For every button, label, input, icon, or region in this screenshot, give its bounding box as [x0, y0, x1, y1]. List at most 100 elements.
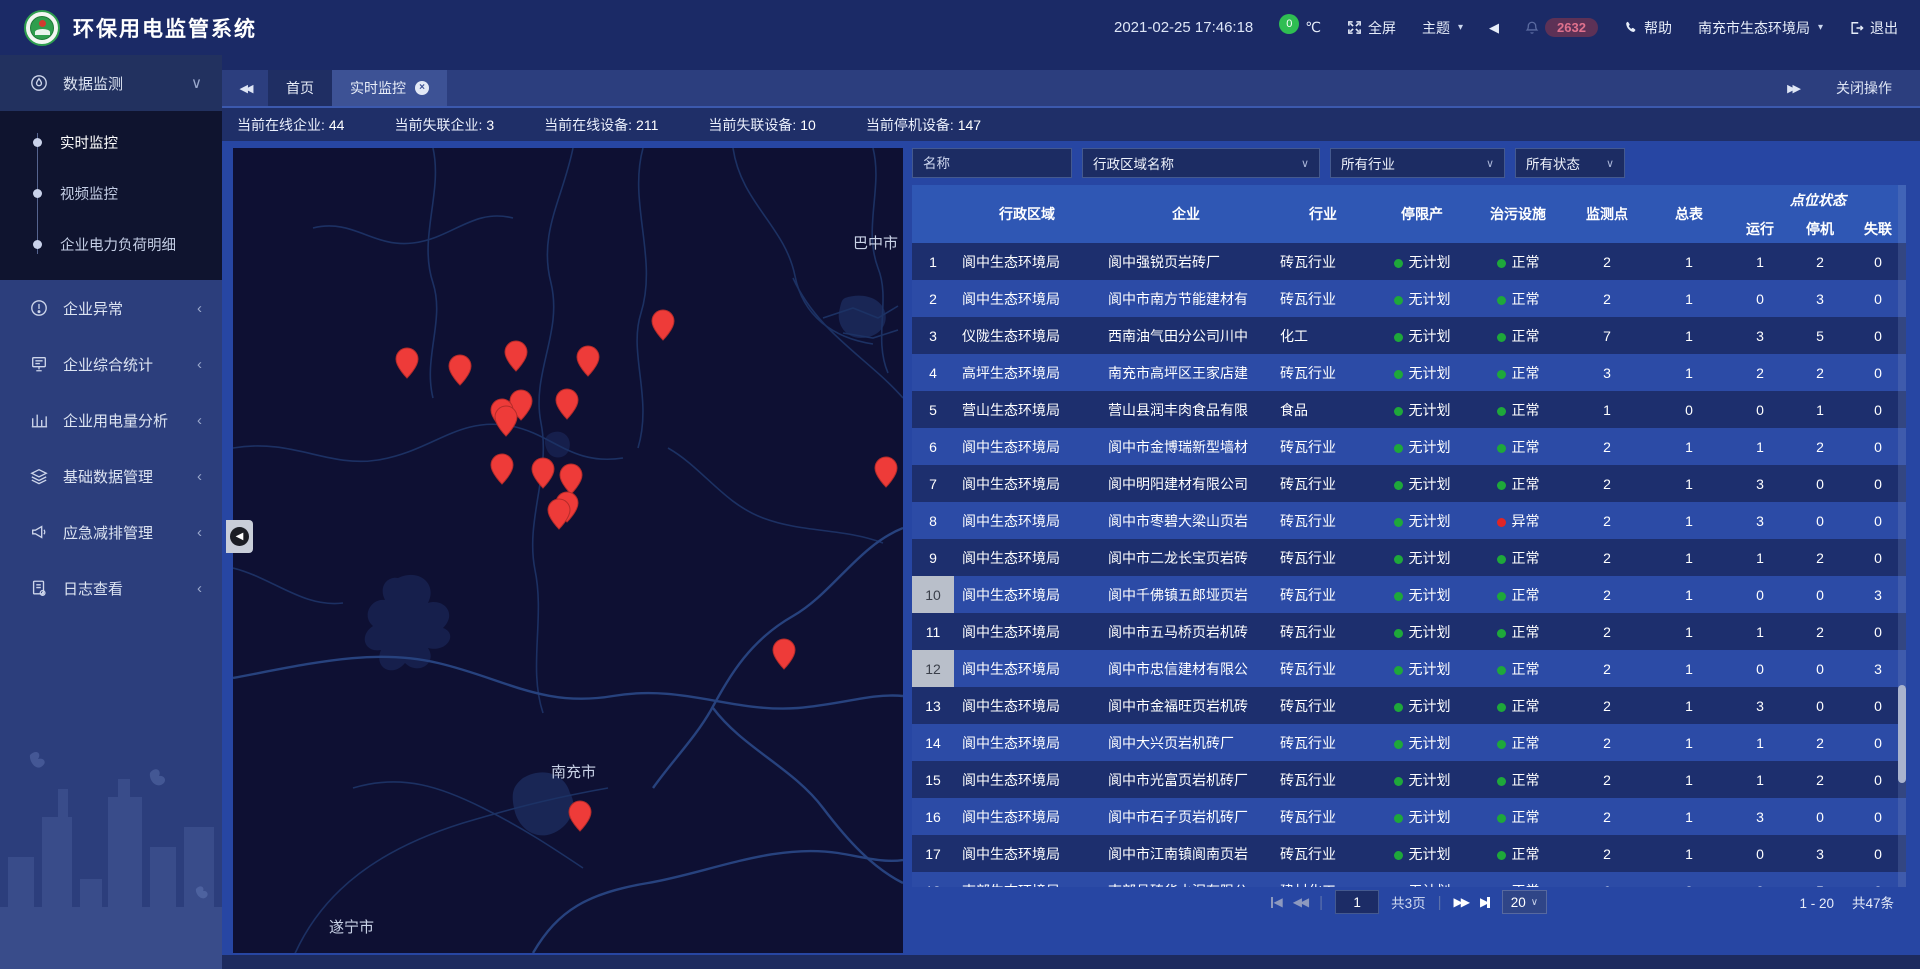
sidebar-item-label: 应急减排管理 — [63, 522, 153, 543]
page-number-input[interactable] — [1335, 890, 1379, 914]
table-cell: 0 — [1730, 280, 1790, 317]
table-cell: 正常 — [1470, 872, 1566, 887]
table-row[interactable]: 13阆中生态环境局阆中市金福旺页岩机砖砖瓦行业无计划正常21300 — [912, 687, 1906, 724]
sidebar-item-data-monitoring[interactable]: 数据监测∨ — [0, 55, 222, 111]
table-cell: 建材化工 — [1272, 872, 1374, 887]
last-page-button[interactable]: ▶ — [1480, 895, 1490, 909]
table-row[interactable]: 3仪陇生态环境局西南油气田分公司川中化工无计划正常71350 — [912, 317, 1906, 354]
page-size-select[interactable]: 20∨ — [1502, 890, 1547, 914]
sidebar-item-enterprise-abnormal[interactable]: 企业异常‹ — [0, 280, 222, 336]
table-row[interactable]: 18南部生态环境局南部县砖华水泥有限公建材化工无计划正常60050 — [912, 872, 1906, 887]
sidebar-item-enterprise-statistics[interactable]: 企业综合统计‹ — [0, 336, 222, 392]
table-cell: 无计划 — [1374, 724, 1470, 761]
table-cell: 化工 — [1272, 317, 1374, 354]
region-filter-select[interactable]: 行政区域名称∨ — [1082, 148, 1320, 178]
tabs-scroll-left-button[interactable]: ◀◀ — [222, 70, 268, 106]
notifications[interactable]: 2632 — [1525, 18, 1598, 37]
tab-inactive[interactable]: 首页 — [268, 70, 332, 106]
pagination-info: 1 - 20共47条 — [1799, 892, 1894, 912]
table-cell: 阆中生态环境局 — [954, 687, 1100, 724]
sidebar-item-base-data[interactable]: 基础数据管理‹ — [0, 448, 222, 504]
table-row[interactable]: 8阆中生态环境局阆中市枣碧大梁山页岩砖瓦行业无计划异常21300 — [912, 502, 1906, 539]
enterprise-table-wrap: 行政区域 企业 行业 停限产 治污设施 监测点 总表 点位状态 运行 — [912, 185, 1906, 887]
table-cell: 16 — [912, 798, 954, 835]
table-cell: 1 — [1648, 428, 1730, 465]
sidebar-item-label: 企业用电量分析 — [63, 410, 168, 431]
table-cell: 0 — [1790, 798, 1850, 835]
table-cell: 砖瓦行业 — [1272, 280, 1374, 317]
table-row[interactable]: 10阆中生态环境局阆中千佛镇五郎垭页岩砖瓦行业无计划正常21003 — [912, 576, 1906, 613]
chevron-collapsed-icon: ‹ — [197, 580, 202, 597]
table-cell: 西南油气田分公司川中 — [1100, 317, 1272, 354]
table-cell: 南部生态环境局 — [954, 872, 1100, 887]
caret-down-icon: ▾ — [1458, 22, 1463, 33]
table-cell: 阆中生态环境局 — [954, 465, 1100, 502]
sidebar-item-power-analysis[interactable]: 企业用电量分析‹ — [0, 392, 222, 448]
col-monitor: 监测点 — [1566, 185, 1648, 243]
col-region: 行政区域 — [954, 185, 1100, 243]
table-cell: 正常 — [1470, 650, 1566, 687]
close-operations-button[interactable]: 关闭操作 — [1836, 78, 1892, 98]
col-production: 停限产 — [1374, 185, 1470, 243]
table-cell: 2 — [1566, 650, 1648, 687]
sidebar-item-log-view[interactable]: 日志查看‹ — [0, 560, 222, 616]
table-cell: 2 — [1566, 835, 1648, 872]
map-panel: ◀ — [233, 148, 903, 953]
map-collapse-button[interactable]: ◀ — [226, 520, 253, 553]
tabbar-right: ▶▶ 关闭操作 — [1787, 70, 1920, 106]
table-row[interactable]: 15阆中生态环境局阆中市光富页岩机砖厂砖瓦行业无计划正常21120 — [912, 761, 1906, 798]
table-cell: 0 — [1730, 872, 1790, 887]
logout-button[interactable]: 退出 — [1849, 18, 1898, 38]
status-dot-green-icon — [1497, 592, 1506, 601]
table-row[interactable]: 6阆中生态环境局阆中市金博瑞新型墙材砖瓦行业无计划正常21120 — [912, 428, 1906, 465]
table-row[interactable]: 1阆中生态环境局阆中强锐页岩砖厂砖瓦行业无计划正常21120 — [912, 243, 1906, 280]
tabs-scroll-right-button[interactable]: ▶▶ — [1787, 82, 1798, 95]
tab-active[interactable]: 实时监控× — [332, 70, 447, 106]
stat-item: 当前停机设备:147 — [866, 115, 981, 135]
sidebar: 数据监测∨实时监控视频监控企业电力负荷明细企业异常‹企业综合统计‹企业用电量分析… — [0, 55, 222, 969]
sidebar-item-label: 企业综合统计 — [63, 354, 153, 375]
sidebar-subitem[interactable]: 企业电力负荷明细 — [0, 219, 222, 270]
org-dropdown[interactable]: 南充市生态环境局▾ — [1698, 18, 1823, 38]
name-filter-input[interactable] — [912, 148, 1072, 178]
table-row[interactable]: 17阆中生态环境局阆中市江南镇阆南页岩砖瓦行业无计划正常21030 — [912, 835, 1906, 872]
range-label: 1 - 20 — [1799, 896, 1834, 911]
table-cell: 无计划 — [1374, 317, 1470, 354]
sidebar-subitem[interactable]: 视频监控 — [0, 168, 222, 219]
table-row[interactable]: 2阆中生态环境局阆中市南方节能建材有砖瓦行业无计划正常21030 — [912, 280, 1906, 317]
table-scrollbar[interactable] — [1898, 185, 1906, 887]
table-cell: 阆中生态环境局 — [954, 428, 1100, 465]
table-row[interactable]: 5营山生态环境局营山县润丰肉食品有限食品无计划正常10010 — [912, 391, 1906, 428]
sidebar-submenu: 实时监控视频监控企业电力负荷明细 — [0, 111, 222, 280]
sidebar-subitem[interactable]: 实时监控 — [0, 117, 222, 168]
next-page-button[interactable]: ▶▶ — [1454, 895, 1468, 909]
table-row[interactable]: 7阆中生态环境局阆中明阳建材有限公司砖瓦行业无计划正常21300 — [912, 465, 1906, 502]
theme-dropdown[interactable]: 主题▾ — [1422, 18, 1463, 38]
table-row[interactable]: 14阆中生态环境局阆中大兴页岩机砖厂砖瓦行业无计划正常21120 — [912, 724, 1906, 761]
table-cell: 异常 — [1470, 502, 1566, 539]
map-svg[interactable]: 巴中市南充市遂宁市 — [233, 148, 903, 953]
table-row[interactable]: 4高坪生态环境局南充市高坪区王家店建砖瓦行业无计划正常31220 — [912, 354, 1906, 391]
help-button[interactable]: 帮助 — [1624, 18, 1672, 38]
first-page-button[interactable]: ◀ — [1271, 895, 1281, 909]
prev-page-button[interactable]: ◀◀ — [1293, 895, 1307, 909]
table-cell: 阆中市光富页岩机砖厂 — [1100, 761, 1272, 798]
table-cell: 1 — [1648, 317, 1730, 354]
table-cell: 正常 — [1470, 465, 1566, 502]
col-industry: 行业 — [1272, 185, 1374, 243]
tab-close-icon[interactable]: × — [415, 81, 429, 95]
table-row[interactable]: 12阆中生态环境局阆中市忠信建材有限公砖瓦行业无计划正常21003 — [912, 650, 1906, 687]
sidebar-item-emergency-reduction[interactable]: 应急减排管理‹ — [0, 504, 222, 560]
table-row[interactable]: 16阆中生态环境局阆中市石子页岩机砖厂砖瓦行业无计划正常21300 — [912, 798, 1906, 835]
industry-filter-select[interactable]: 所有行业∨ — [1330, 148, 1505, 178]
scrollbar-thumb[interactable] — [1898, 685, 1906, 783]
table-cell: 3 — [1730, 687, 1790, 724]
table-row[interactable]: 11阆中生态环境局阆中市五马桥页岩机砖砖瓦行业无计划正常21120 — [912, 613, 1906, 650]
mute-icon[interactable]: ◀ — [1489, 20, 1499, 36]
table-row[interactable]: 9阆中生态环境局阆中市二龙长宝页岩砖砖瓦行业无计划正常21120 — [912, 539, 1906, 576]
table-cell: 砖瓦行业 — [1272, 465, 1374, 502]
fullscreen-button[interactable]: 全屏 — [1347, 18, 1396, 38]
table-cell: 1 — [1648, 761, 1730, 798]
table-cell: 0 — [1730, 650, 1790, 687]
status-filter-select[interactable]: 所有状态∨ — [1515, 148, 1625, 178]
